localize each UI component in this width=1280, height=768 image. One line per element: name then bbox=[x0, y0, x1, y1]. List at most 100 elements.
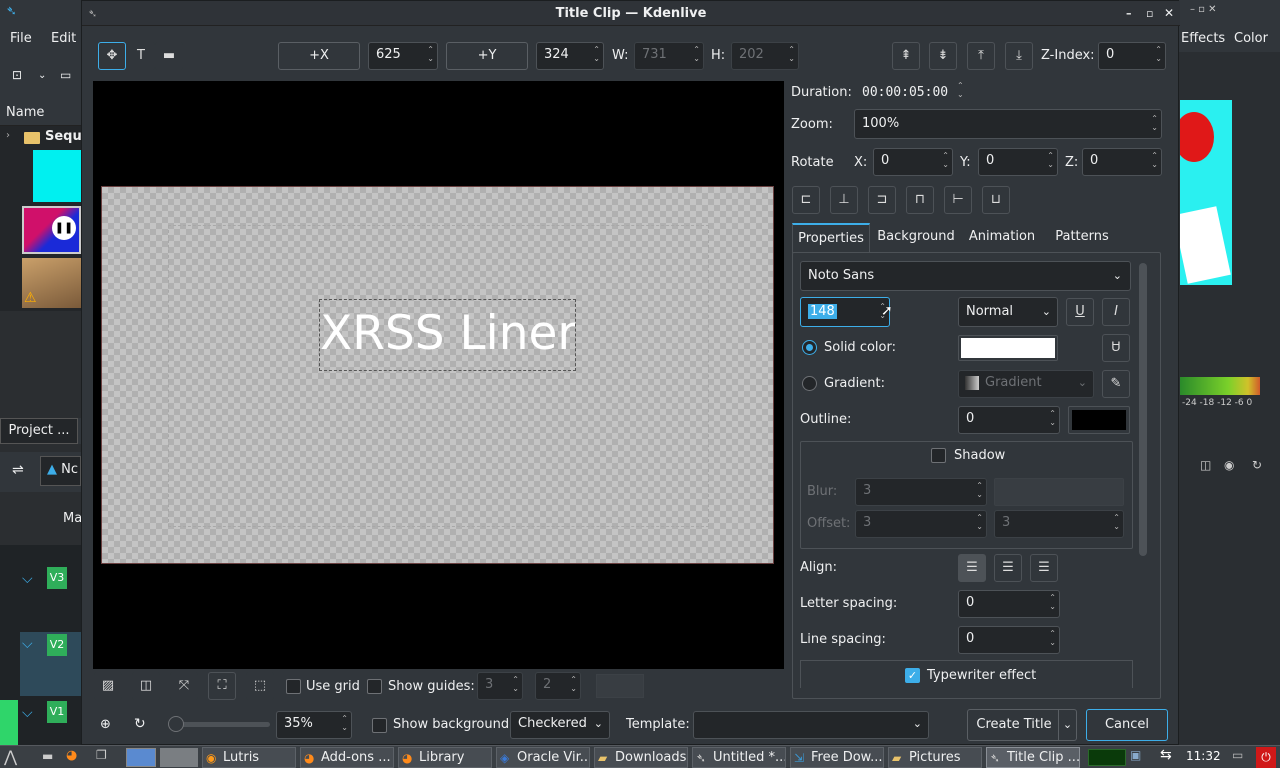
spin-arrows-icon[interactable]: ⌃ ⌄ bbox=[1049, 409, 1056, 427]
zoom-percent-input[interactable]: 35% ⌃ ⌄ bbox=[276, 711, 352, 739]
track-v3-label[interactable]: V3 bbox=[47, 567, 67, 589]
spin-arrows-icon[interactable]: ⌃ ⌄ bbox=[1047, 151, 1054, 169]
image-button[interactable]: ▨ bbox=[94, 672, 122, 700]
task-addons[interactable]: ◕ Add-ons ... bbox=[300, 747, 394, 768]
files-icon[interactable]: ▬ bbox=[42, 749, 53, 763]
use-grid-checkbox[interactable] bbox=[286, 679, 301, 694]
rotate-y-input[interactable]: 0 ⌃ ⌄ bbox=[978, 148, 1058, 176]
task-oracle[interactable]: ◈ Oracle Vir... bbox=[496, 747, 590, 768]
spin-arrows-icon[interactable]: ⌃ ⌄ bbox=[693, 45, 700, 63]
menu-effects[interactable]: Effects bbox=[1181, 31, 1225, 46]
task-library[interactable]: ◕ Library bbox=[398, 747, 492, 768]
task-untitled[interactable]: ➴ Untitled *... bbox=[692, 747, 786, 768]
shadow-label[interactable]: Shadow bbox=[954, 448, 1005, 463]
font-size-input[interactable]: 148 ⌃ ⌄ bbox=[800, 297, 890, 327]
shadow-checkbox[interactable] bbox=[931, 448, 946, 463]
duration-value[interactable]: 00:00:05:00 bbox=[862, 85, 948, 100]
spin-arrows-icon[interactable]: ⌃ ⌄ bbox=[1113, 513, 1120, 531]
background-style-select[interactable]: Checkered ⌄ bbox=[510, 711, 610, 739]
edit-gradient-button[interactable]: ✎ bbox=[1102, 370, 1130, 398]
start-menu-icon[interactable]: ⋀ bbox=[4, 747, 17, 766]
align-bottom-button[interactable]: ⊔ bbox=[982, 186, 1010, 214]
gradient-radio[interactable] bbox=[802, 376, 817, 391]
switch-user-icon[interactable]: ⇆ bbox=[1160, 747, 1172, 763]
zoom-input[interactable]: 100% ⌃ ⌄ bbox=[854, 109, 1162, 139]
show-background-label[interactable]: Show background bbox=[393, 717, 509, 732]
spin-arrows-icon[interactable]: ⌃ ⌄ bbox=[593, 45, 600, 63]
template-select[interactable]: ⌄ bbox=[693, 711, 929, 739]
send-to-back-button[interactable]: ⤓ bbox=[1005, 42, 1033, 70]
menu-color[interactable]: Color bbox=[1234, 31, 1268, 46]
use-grid-label[interactable]: Use grid bbox=[306, 679, 360, 694]
zoom-slider-handle[interactable] bbox=[168, 716, 184, 732]
guides-y-input[interactable]: 2 ⌃ ⌄ bbox=[535, 672, 581, 700]
task-pictures[interactable]: ▰ Pictures bbox=[888, 747, 982, 768]
monitor-split-icon[interactable]: ◫ bbox=[1200, 458, 1211, 472]
folder-icon[interactable]: ▭ bbox=[60, 68, 71, 82]
italic-button[interactable]: I bbox=[1102, 298, 1130, 326]
zindex-input[interactable]: 0 ⌃ ⌄ bbox=[1098, 42, 1166, 70]
show-guides-label[interactable]: Show guides: bbox=[388, 679, 475, 694]
rect-tool-button[interactable]: ▬ bbox=[155, 42, 183, 70]
firefox-icon[interactable]: ◕ bbox=[66, 748, 77, 763]
power-icon[interactable]: ⏻ bbox=[1256, 747, 1276, 768]
rotate-x-input[interactable]: 0 ⌃ ⌄ bbox=[873, 148, 953, 176]
spin-arrows-icon[interactable]: ⌃ ⌄ bbox=[942, 151, 949, 169]
track-collapse-icon[interactable]: ⌵ bbox=[22, 571, 33, 587]
taskbar-clock[interactable]: 11:32 bbox=[1186, 749, 1221, 763]
offset-y-input[interactable]: 3 ⌃ ⌄ bbox=[994, 510, 1124, 538]
spin-arrows-icon[interactable]: ⌃ ⌄ bbox=[976, 481, 983, 499]
zoom-icon[interactable]: ⊕ bbox=[100, 717, 111, 732]
align-hcenter-button[interactable]: ⊥ bbox=[830, 186, 858, 214]
eye-icon[interactable]: ◉ bbox=[1224, 458, 1234, 472]
underline-button[interactable]: U bbox=[1066, 298, 1094, 326]
refresh-icon[interactable]: ↻ bbox=[1252, 458, 1262, 472]
menu-file[interactable]: File bbox=[10, 31, 32, 46]
spin-arrows-icon[interactable]: ⌃ ⌄ bbox=[976, 513, 983, 531]
uppercase-button[interactable]: Ꮜ bbox=[1102, 334, 1130, 362]
timeline-mode-select[interactable]: ▲ Nc bbox=[40, 456, 81, 486]
minimize-icon[interactable]: – bbox=[1126, 1, 1132, 26]
spin-arrows-icon[interactable]: ⌃ ⌄ bbox=[788, 45, 795, 63]
raise-item-button[interactable]: ⇞ bbox=[892, 42, 920, 70]
tab-patterns[interactable]: Patterns bbox=[1047, 223, 1117, 253]
spin-arrows-icon[interactable]: ⌃ ⌄ bbox=[957, 81, 964, 99]
align-vcenter-button[interactable]: ⊢ bbox=[944, 186, 972, 214]
spin-arrows-icon[interactable]: ⌃ ⌄ bbox=[1151, 114, 1158, 132]
project-tab[interactable]: Project ... bbox=[0, 418, 78, 444]
height-input[interactable]: 202 ⌃ ⌄ bbox=[731, 42, 799, 70]
spin-arrows-icon[interactable]: ⌃ ⌄ bbox=[1151, 151, 1158, 169]
title-frame[interactable]: XRSS Liner bbox=[101, 186, 774, 564]
maximize-icon[interactable]: ▫ bbox=[1146, 1, 1153, 26]
solid-color-label[interactable]: Solid color: bbox=[824, 340, 896, 355]
solid-color-button[interactable] bbox=[958, 335, 1058, 361]
network-icon[interactable]: ▣ bbox=[1130, 748, 1141, 762]
guides-color-button[interactable] bbox=[596, 674, 644, 698]
task-downloads[interactable]: ▰ Downloads bbox=[594, 747, 688, 768]
gradient-label[interactable]: Gradient: bbox=[824, 376, 885, 391]
fit-button[interactable]: ⤧ bbox=[170, 672, 198, 700]
create-title-button[interactable]: Create Title ⌄ bbox=[967, 709, 1077, 741]
blur-input[interactable]: 3 ⌃ ⌄ bbox=[855, 478, 987, 506]
outline-input[interactable]: 0 ⌃ ⌄ bbox=[958, 406, 1060, 434]
align-left-button[interactable]: ⊏ bbox=[792, 186, 820, 214]
offset-x-input[interactable]: 3 ⌃ ⌄ bbox=[855, 510, 987, 538]
letter-spacing-input[interactable]: 0 ⌃ ⌄ bbox=[958, 590, 1060, 618]
plus-y-button[interactable]: +Y bbox=[446, 42, 528, 70]
properties-scrollbar[interactable] bbox=[1139, 263, 1147, 556]
track-collapse-icon[interactable]: ⌵ bbox=[22, 705, 33, 721]
bin-add-icon[interactable]: ⊡ bbox=[12, 68, 22, 82]
spin-arrows-icon[interactable]: ⌃ ⌄ bbox=[1049, 593, 1056, 611]
spin-arrows-icon[interactable]: ⌃ ⌄ bbox=[1049, 629, 1056, 647]
task-free-download[interactable]: ⇲ Free Dow... bbox=[790, 747, 884, 768]
tab-background[interactable]: Background bbox=[872, 223, 960, 253]
title-text-item[interactable]: XRSS Liner bbox=[319, 299, 576, 371]
clip-thumbnail-cyan[interactable] bbox=[33, 150, 81, 202]
zoom-slider[interactable] bbox=[168, 716, 270, 732]
rotate-z-input[interactable]: 0 ⌃ ⌄ bbox=[1082, 148, 1162, 176]
track-v1-label[interactable]: V1 bbox=[47, 701, 67, 723]
tab-animation[interactable]: Animation bbox=[962, 223, 1042, 253]
x-position-input[interactable]: 625 ⌃ ⌄ bbox=[368, 42, 438, 70]
chevron-down-icon[interactable]: ⌄ bbox=[1058, 710, 1076, 740]
track-v2-area[interactable]: ⌵ V2 bbox=[20, 632, 81, 696]
